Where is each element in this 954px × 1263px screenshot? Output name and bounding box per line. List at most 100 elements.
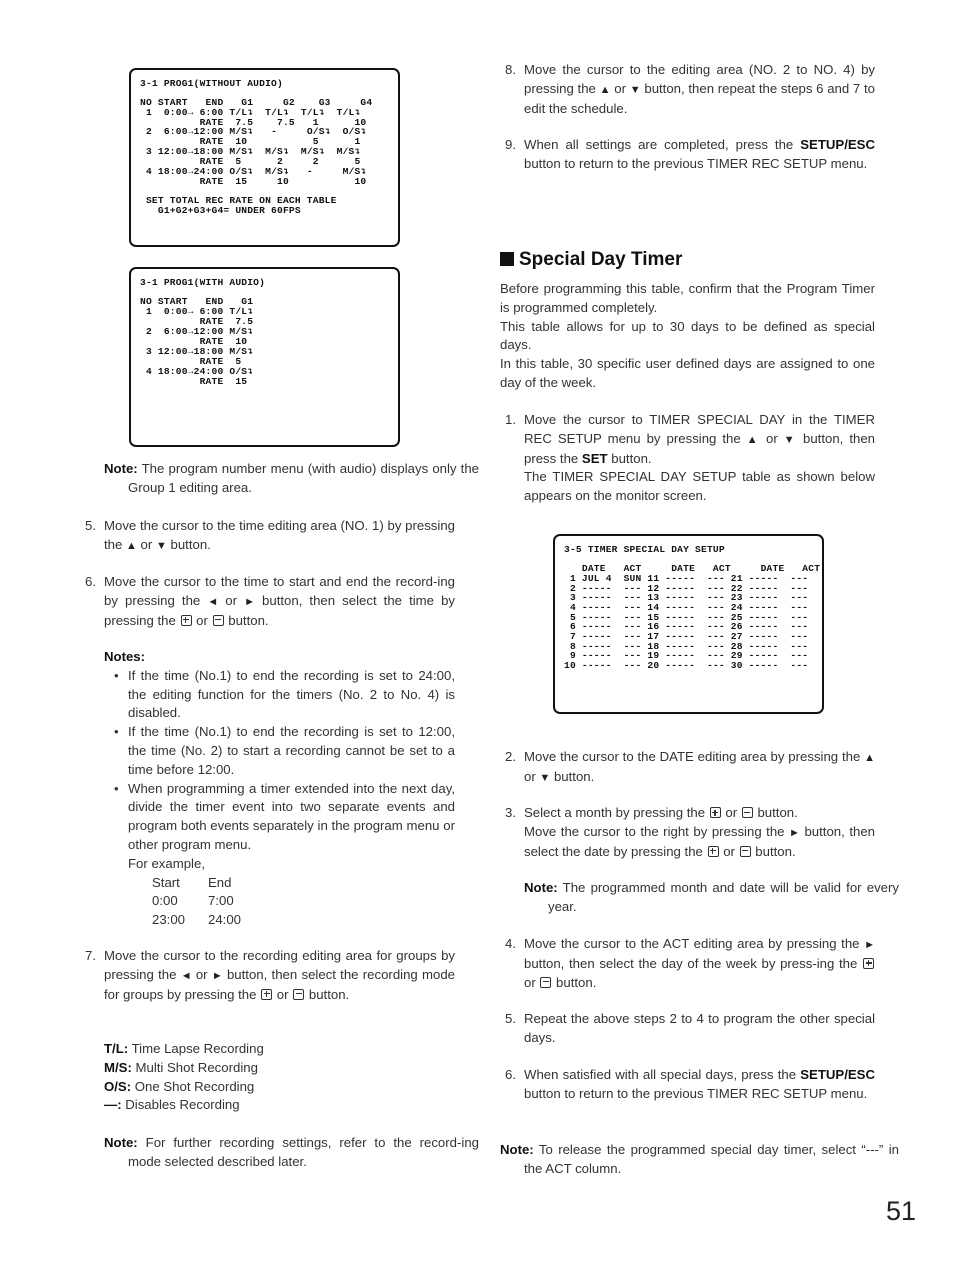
step-text: or [524, 768, 540, 784]
mode-desc: One Shot Recording [131, 1078, 255, 1094]
intro-paragraph: This table allows for up to 30 days to b… [500, 318, 875, 353]
step-number: 1. [505, 412, 516, 427]
right-arrow-icon: ► [244, 595, 255, 608]
example-row: 0:00 7:00 [152, 892, 455, 911]
example-row: 23:00 24:00 [152, 911, 455, 930]
osd-title: 3-1 PROG1(WITHOUT AUDIO) [140, 78, 283, 89]
step-text: or [192, 612, 212, 628]
special-day-step-3: 3. Select a month by pressing the or but… [505, 804, 875, 861]
special-day-step-4: 4. Move the cursor to the ACT editing ar… [505, 935, 875, 992]
note-label: Note: [500, 1142, 534, 1157]
example-end: 24:00 [208, 912, 242, 928]
mode-key: —: [104, 1097, 122, 1113]
down-arrow-icon: ▼ [783, 433, 797, 446]
note-valid-every-year: Note: The programmed month and date will… [524, 879, 899, 917]
up-arrow-icon: ▲ [746, 433, 760, 446]
step-5: 5. Move the cursor to the time editing a… [85, 517, 455, 556]
notes-label: Notes: [104, 649, 146, 664]
step-subtext: The TIMER SPECIAL DAY SETUP table as sho… [524, 469, 875, 504]
step-text: Repeat the above steps 2 to 4 to program… [524, 1011, 875, 1045]
example-header-row: Start End [152, 874, 455, 893]
osd-title: 3-5 TIMER SPECIAL DAY SETUP [564, 544, 725, 555]
step-text: Select a month by pressing the [524, 805, 709, 820]
step-text: or [191, 966, 212, 982]
step-number: 4. [505, 936, 516, 951]
osd-title: 3-1 PROG1(WITH AUDIO) [140, 277, 266, 288]
step-text: When all settings are completed, press t… [524, 137, 801, 152]
plus-button-icon [707, 845, 719, 857]
note-label: Note: [524, 880, 558, 895]
intro-paragraph: Before programming this table, confirm t… [500, 281, 875, 315]
step-number: 7. [85, 948, 96, 963]
plus-button-icon [180, 614, 192, 626]
setup-esc-button-label: SETUP/ESC [800, 137, 875, 152]
step-text: button. [224, 612, 269, 628]
section-title: Special Day Timer [500, 249, 682, 271]
up-arrow-icon: ▲ [599, 83, 611, 96]
plus-button-icon [709, 807, 721, 818]
right-arrow-icon: ► [864, 939, 875, 951]
osd-row: RATE 15 [140, 376, 248, 387]
step-number: 2. [505, 749, 516, 764]
step-text: button, then select the day of the week … [524, 955, 862, 971]
step-text: or [610, 80, 630, 96]
step-text: When satisfied with all special days, pr… [524, 1067, 801, 1082]
step-7: 7. Move the cursor to the recording edit… [85, 947, 455, 1004]
osd-screen-prog1-without-audio: 3-1 PROG1(WITHOUT AUDIO) NO START END G1… [129, 68, 400, 247]
down-arrow-icon: ▼ [629, 83, 641, 96]
mode-item: T/L: Time Lapse Recording [104, 1040, 455, 1059]
osd-screen-prog1-with-audio: 3-1 PROG1(WITH AUDIO) NO START END G1 1 … [129, 267, 400, 447]
step-text: button. [753, 805, 798, 820]
step-text: or [218, 592, 245, 608]
step-9: 9. When all settings are completed, pres… [505, 136, 875, 174]
note-label: Note: [104, 1135, 138, 1150]
step-text: button. [550, 768, 595, 784]
set-button-label: SET [581, 450, 608, 466]
down-arrow-icon: ▼ [155, 539, 167, 552]
step-text: button. [552, 974, 597, 990]
right-arrow-icon: ► [789, 826, 800, 839]
notes-bullet: If the time (No.1) to end the recording … [104, 667, 455, 723]
step-text: Move the cursor to the right by pressing… [524, 823, 790, 839]
step-number: 5. [85, 518, 96, 533]
up-arrow-icon: ▲ [126, 539, 137, 552]
step-8: 8. Move the cursor to the editing area (… [505, 61, 875, 118]
note-text: For further recording settings, refer to… [128, 1135, 479, 1169]
black-square-icon [500, 252, 514, 266]
step-number: 6. [85, 574, 96, 589]
example-start: 0:00 [152, 893, 178, 909]
step-text: or [721, 805, 741, 820]
step-text: Move the cursor to the DATE editing area… [524, 749, 865, 764]
example-header: Start [152, 874, 180, 890]
section-title-text: Special Day Timer [519, 249, 683, 270]
section-intro: Before programming this table, confirm t… [500, 280, 875, 393]
step-text: button. [166, 536, 211, 552]
note-text: The program number menu (with audio) dis… [128, 461, 479, 495]
right-arrow-icon: ► [211, 969, 223, 982]
plus-button-icon [863, 957, 874, 969]
mode-key: M/S: [104, 1059, 132, 1075]
minus-button-icon [739, 845, 751, 857]
step-number: 8. [505, 62, 516, 77]
step-text: or [273, 986, 293, 1002]
step-number: 9. [505, 137, 516, 152]
minus-button-icon [540, 976, 552, 988]
special-day-step-1: 1. Move the cursor to TIMER SPECIAL DAY … [505, 411, 875, 506]
osd-row: 10 ----- --- 20 ----- --- 30 ----- --- [564, 660, 809, 671]
step-number: 5. [505, 1011, 516, 1026]
step-text: or [760, 430, 784, 446]
step-number: 6. [505, 1067, 516, 1082]
left-arrow-icon: ◄ [180, 969, 192, 982]
example-end: 7:00 [208, 893, 234, 909]
minus-button-icon [212, 614, 224, 626]
step-text: button to return to the previous TIMER R… [524, 1085, 868, 1101]
example-intro: For example, [128, 855, 205, 871]
step-text: or [719, 843, 739, 859]
down-arrow-icon: ▼ [539, 771, 551, 784]
example-header: End [208, 874, 232, 890]
note-audio: Note: The program number menu (with audi… [104, 460, 479, 498]
note-further-settings: Note: For further recording settings, re… [104, 1134, 479, 1172]
intro-paragraph: In this table, 30 specific user defined … [500, 356, 875, 390]
note-release-special-day: Note: To release the programmed special … [500, 1141, 899, 1179]
minus-button-icon [741, 807, 753, 818]
